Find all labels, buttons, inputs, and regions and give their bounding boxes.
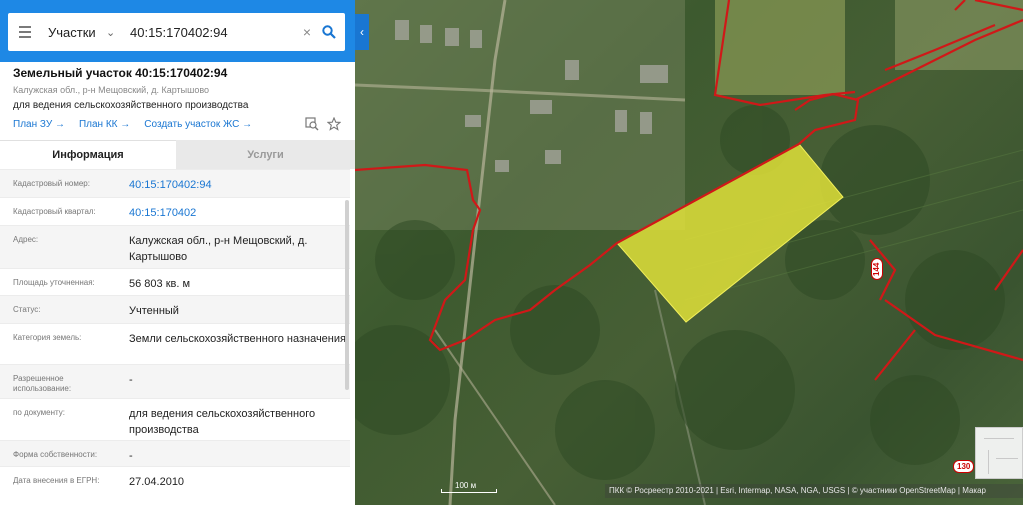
tool-icons (305, 116, 342, 136)
row-label: Кадастровый квартал: (13, 207, 96, 216)
parcel-purpose: для ведения сельскохозяйственного произв… (13, 100, 249, 111)
row-by-document: по документу: для ведения сельскохозяйст… (0, 398, 350, 440)
parcel-address-short: Калужская обл., р-н Мещовский, д. Картыш… (13, 85, 210, 95)
satellite-map[interactable]: ‹ 144 130 100 м ПКК © Росреестр 2010-202… (355, 0, 1023, 505)
search-icon[interactable] (316, 25, 342, 39)
search-type-select[interactable]: Участки (42, 25, 106, 40)
hamburger-menu-icon[interactable] (8, 26, 42, 38)
row-label: Кадастровый номер: (13, 179, 90, 188)
row-value: Учтенный (129, 305, 179, 317)
tab-services[interactable]: Услуги (176, 140, 355, 169)
row-status: Статус: Учтенный (0, 295, 350, 323)
row-label: Дата внесения в ЕГРН: (13, 476, 100, 485)
plan-kk-link[interactable]: План КК → (79, 119, 130, 130)
row-value: 56 803 кв. м (129, 278, 191, 290)
app-root: ‹ 144 130 100 м ПКК © Росреестр 2010-202… (0, 0, 1023, 505)
map-layer (355, 0, 1023, 505)
zoom-to-object-icon[interactable] (305, 117, 319, 136)
row-ownership: Форма собственности: - (0, 440, 350, 466)
map-attribution: ПКК © Росреестр 2010-2021 | Esri, Interm… (605, 484, 1023, 498)
collapse-panel-button[interactable]: ‹ (355, 14, 369, 50)
row-label: Площадь уточненная: (13, 278, 95, 287)
parcel-title: Земельный участок 40:15:170402:94 (13, 66, 228, 80)
row-label: Адрес: (13, 235, 39, 244)
parcel-links: План ЗУ → План КК → Создать участок ЖС → (13, 119, 252, 130)
row-value: - (129, 374, 133, 386)
tab-bar: Информация Услуги (0, 140, 355, 169)
minimap[interactable] (975, 427, 1023, 479)
row-label: Разрешенное использование: (13, 374, 72, 393)
search-bar: Участки ⌄ × (0, 0, 355, 62)
star-icon[interactable] (326, 116, 342, 136)
row-address: Адрес: Калужская обл., р-н Мещовский, д.… (0, 225, 350, 268)
row-label: Статус: (13, 305, 41, 314)
row-registry-date: Дата внесения в ЕГРН: 27.04.2010 (0, 466, 350, 496)
scrollbar[interactable] (345, 200, 349, 390)
row-label: по документу: (13, 408, 65, 417)
row-label: Форма собственности: (13, 450, 98, 459)
road-label-144: 144 (871, 258, 883, 280)
info-table: Кадастровый номер: 40:15:170402:94 Кадас… (0, 169, 350, 496)
row-value: Калужская обл., р-н Мещовский, д. Картыш… (129, 235, 308, 263)
row-permitted-use: Разрешенное использование: - (0, 364, 350, 398)
row-cadastral-number: Кадастровый номер: 40:15:170402:94 (0, 169, 350, 197)
row-value: для ведения сельскохозяйственного произв… (129, 408, 316, 436)
row-area: Площадь уточненная: 56 803 кв. м (0, 268, 350, 295)
row-value: 27.04.2010 (129, 476, 185, 488)
chevron-down-icon[interactable]: ⌄ (106, 26, 122, 39)
scale-indicator: 100 м (441, 481, 497, 493)
scale-bar (441, 489, 497, 493)
road-label-130: 130 (953, 460, 975, 473)
plan-zu-link[interactable]: План ЗУ → (13, 119, 65, 130)
search-input[interactable] (130, 24, 298, 40)
row-land-category: Категория земель: Земли сельскохозяйстве… (0, 323, 350, 364)
row-label: Категория земель: (13, 333, 82, 342)
row-value: Земли сельскохозяйственного назначения (129, 333, 346, 345)
tab-information[interactable]: Информация (0, 140, 176, 169)
row-value: - (129, 450, 133, 462)
clear-icon[interactable]: × (298, 24, 316, 40)
info-panel: Участки ⌄ × Земельный участок 40:15:1704… (0, 0, 355, 505)
search-box: Участки ⌄ × (8, 13, 345, 51)
cadastral-number-link[interactable]: 40:15:170402:94 (129, 177, 349, 193)
cadastral-quarter-link[interactable]: 40:15:170402 (129, 205, 349, 221)
create-parcel-link[interactable]: Создать участок ЖС → (144, 119, 252, 130)
row-cadastral-quarter: Кадастровый квартал: 40:15:170402 (0, 197, 350, 225)
